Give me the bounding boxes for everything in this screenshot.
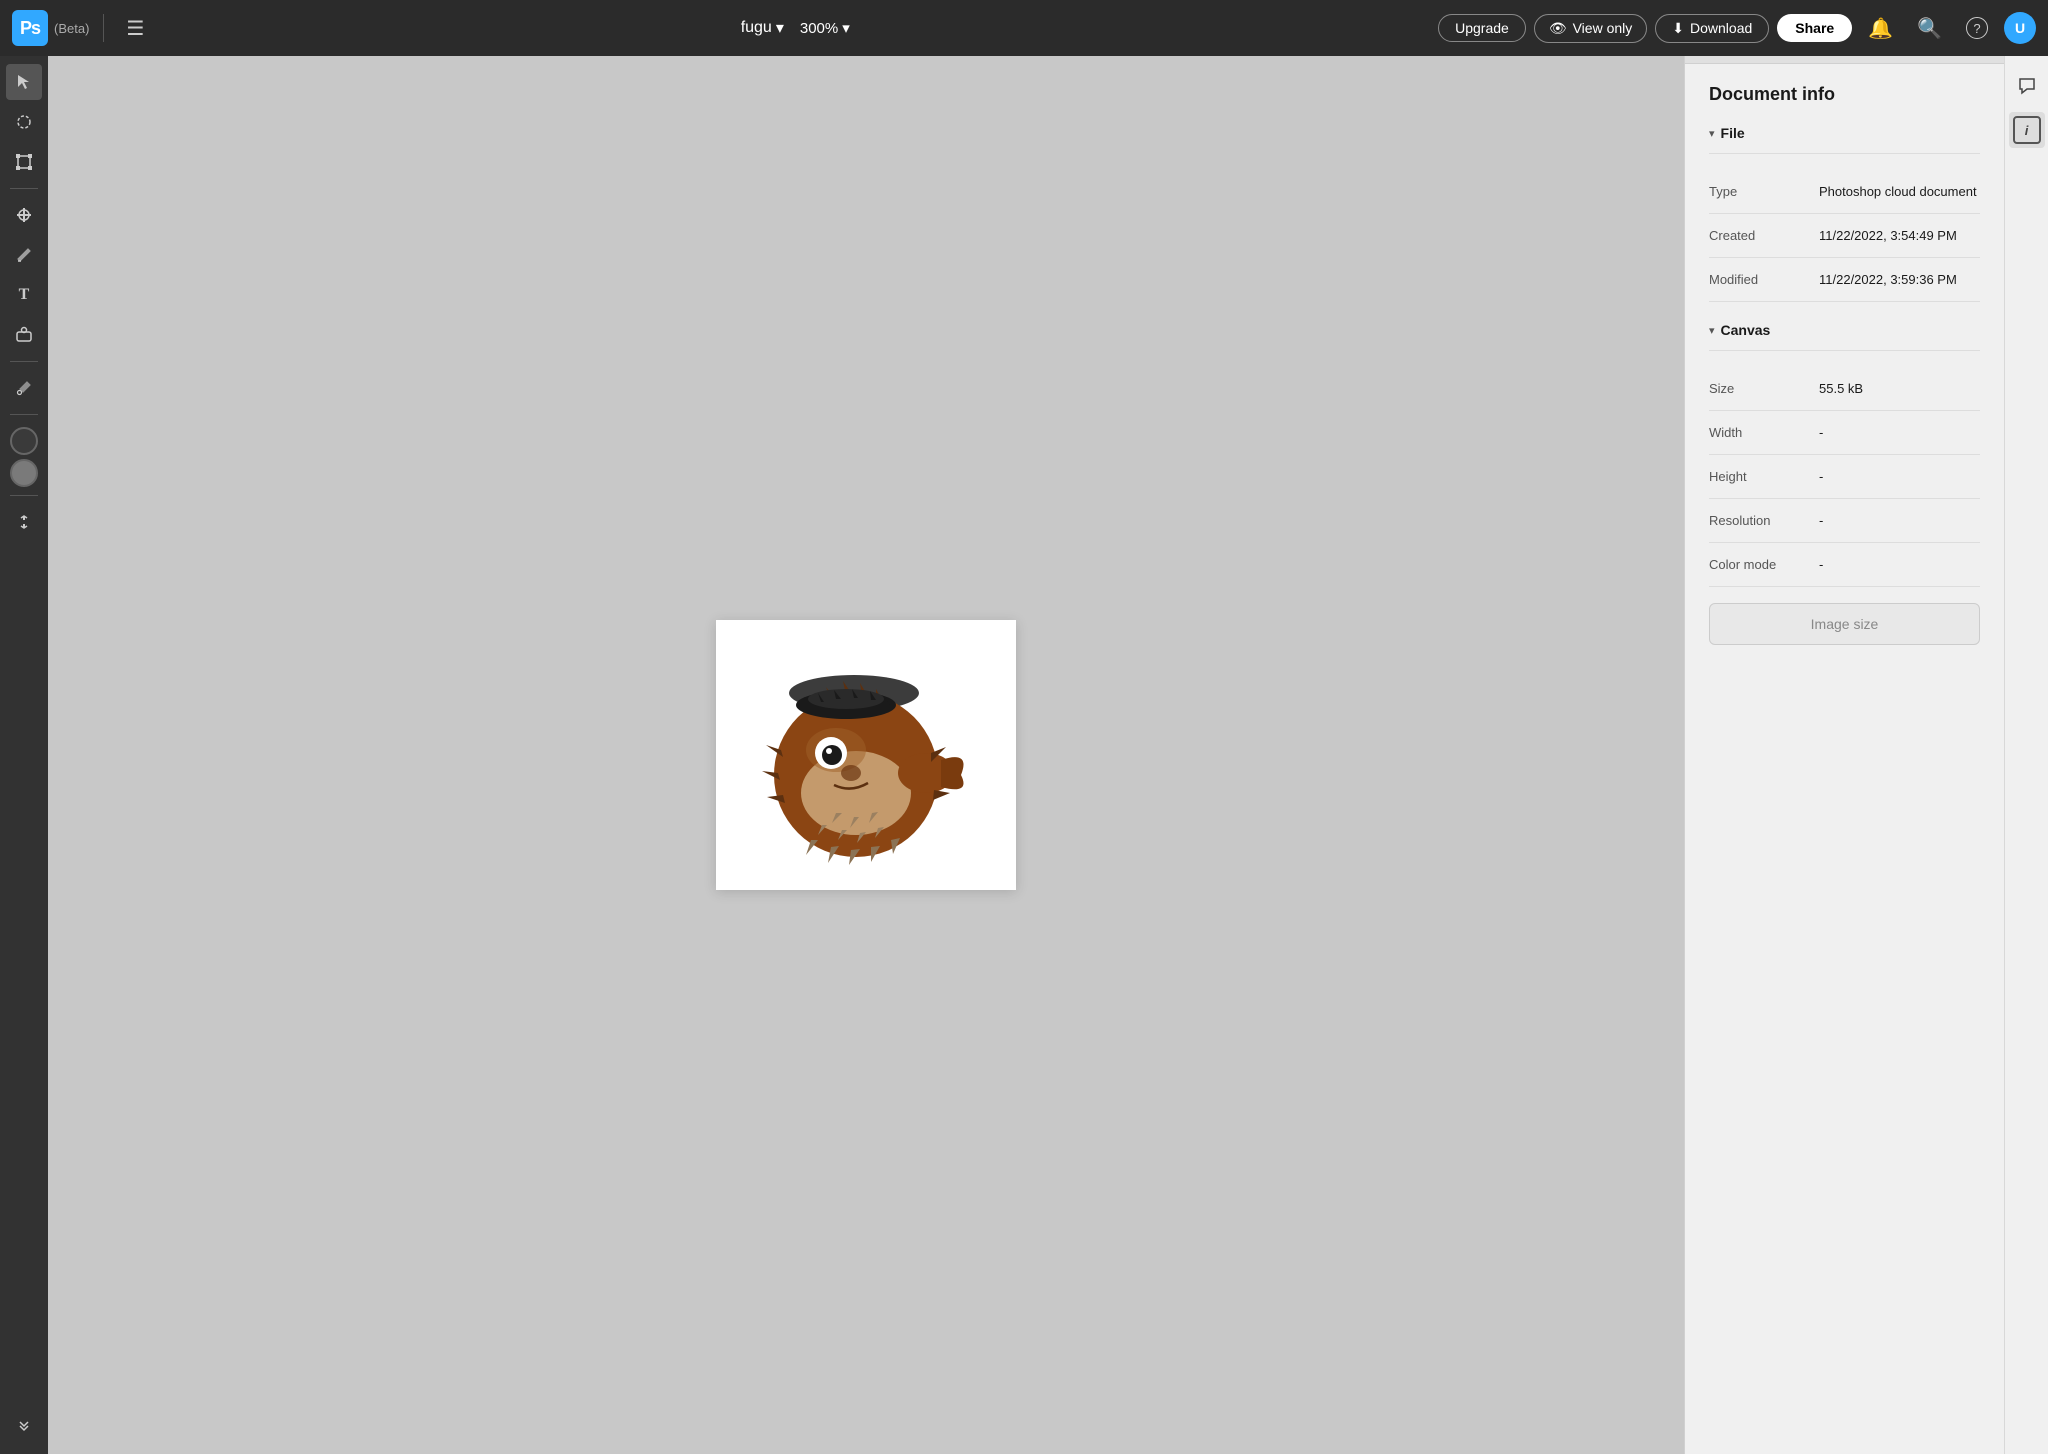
eyedropper-tool[interactable] [6,370,42,406]
file-chevron-icon: ▾ [1709,127,1715,140]
topbar-right: Upgrade 👁 View only ⬇ Download Share 🔔 🔍… [1438,12,2036,45]
image-size-button[interactable]: Image size [1709,603,1980,645]
resolution-row: Resolution - [1709,499,1980,543]
canvas-area[interactable] [48,56,1684,1454]
left-toolbar: T [0,56,48,1454]
file-section-divider [1709,153,1980,154]
bell-icon: 🔔 [1868,16,1893,41]
color-mode-row: Color mode - [1709,543,1980,587]
type-icon: T [19,286,30,304]
search-button[interactable]: 🔍 [1909,12,1950,45]
menu-button[interactable]: ☰ [118,12,152,45]
height-label: Height [1709,469,1819,484]
canvas-chevron-icon: ▾ [1709,324,1715,337]
help-button[interactable]: ? [1958,13,1996,43]
type-value: Photoshop cloud document [1819,184,1980,199]
canvas-section-divider [1709,350,1980,351]
lasso-tool[interactable] [6,104,42,140]
download-icon: ⬇ [1672,20,1684,37]
modified-row: Modified 11/22/2022, 3:59:36 PM [1709,258,1980,302]
width-row: Width - [1709,411,1980,455]
brush-tool[interactable] [6,237,42,273]
heal-tool[interactable] [6,197,42,233]
file-section-label: File [1721,125,1745,141]
panel-tabs [1685,56,2004,64]
ps-logo: Ps [12,10,48,46]
view-only-label: View only [1573,20,1633,36]
eye-icon: 👁 [1549,20,1567,37]
panel-body: Document info ▾ File Type Photoshop clou… [1685,64,2004,1454]
foreground-color[interactable] [10,427,38,455]
created-label: Created [1709,228,1819,243]
canvas-section-header[interactable]: ▾ Canvas [1709,322,1980,338]
file-section-header[interactable]: ▾ File [1709,125,1980,141]
size-label: Size [1709,381,1819,396]
toolbar-separator-3 [10,414,38,415]
help-icon: ? [1966,17,1988,39]
created-row: Created 11/22/2022, 3:54:49 PM [1709,214,1980,258]
shape-tool[interactable] [6,317,42,353]
width-value: - [1819,425,1980,440]
size-value: 55.5 kB [1819,381,1980,396]
toolbar-separator-4 [10,495,38,496]
download-button[interactable]: ⬇ Download [1655,14,1769,43]
info-icon: i [2013,116,2041,144]
type-row: Type Photoshop cloud document [1709,170,1980,214]
zoom-chevron-icon: ▾ [842,19,850,37]
search-icon: 🔍 [1917,16,1942,41]
resolution-value: - [1819,513,1980,528]
modified-label: Modified [1709,272,1819,287]
background-color[interactable] [10,459,38,487]
topbar-divider [103,14,104,42]
app-logo-area: Ps (Beta) [12,10,89,46]
notifications-button[interactable]: 🔔 [1860,12,1901,45]
comment-button[interactable] [2009,68,2045,104]
filename-chevron-icon: ▾ [776,18,784,38]
document-info-title: Document info [1709,84,1980,105]
upgrade-button[interactable]: Upgrade [1438,14,1526,42]
color-mode-value: - [1819,557,1980,572]
modified-value: 11/22/2022, 3:59:36 PM [1819,272,1980,287]
color-mode-label: Color mode [1709,557,1819,572]
download-label: Download [1690,20,1752,36]
width-label: Width [1709,425,1819,440]
far-right-panel: i [2004,56,2048,1454]
beta-label: (Beta) [54,21,89,36]
created-value: 11/22/2022, 3:54:49 PM [1819,228,1980,243]
type-tool[interactable]: T [6,277,42,313]
canvas-container [716,620,1016,890]
size-row: Size 55.5 kB [1709,367,1980,411]
info-panel-button[interactable]: i [2009,112,2045,148]
select-tool[interactable] [6,64,42,100]
fugu-illustration [736,635,996,875]
topbar: Ps (Beta) ☰ fugu ▾ 300% ▾ Upgrade 👁 View… [0,0,2048,56]
sync-tool[interactable] [6,504,42,540]
right-panel: Document info ▾ File Type Photoshop clou… [1684,56,2004,1454]
filename-button[interactable]: fugu ▾ [741,18,784,38]
avatar[interactable]: U [2004,12,2036,44]
canvas-section-label: Canvas [1721,322,1771,338]
collapse-toolbar-button[interactable] [6,1410,42,1446]
resolution-label: Resolution [1709,513,1819,528]
view-only-button[interactable]: 👁 View only [1534,14,1647,43]
toolbar-separator-2 [10,361,38,362]
zoom-button[interactable]: 300% ▾ [800,19,850,37]
height-row: Height - [1709,455,1980,499]
topbar-center: fugu ▾ 300% ▾ [162,18,1428,38]
share-button[interactable]: Share [1777,14,1852,42]
toolbar-separator-1 [10,188,38,189]
main-area: T [0,56,2048,1454]
type-label: Type [1709,184,1819,199]
height-value: - [1819,469,1980,484]
zoom-level: 300% [800,20,838,37]
filename-label: fugu [741,19,772,37]
transform-tool[interactable] [6,144,42,180]
